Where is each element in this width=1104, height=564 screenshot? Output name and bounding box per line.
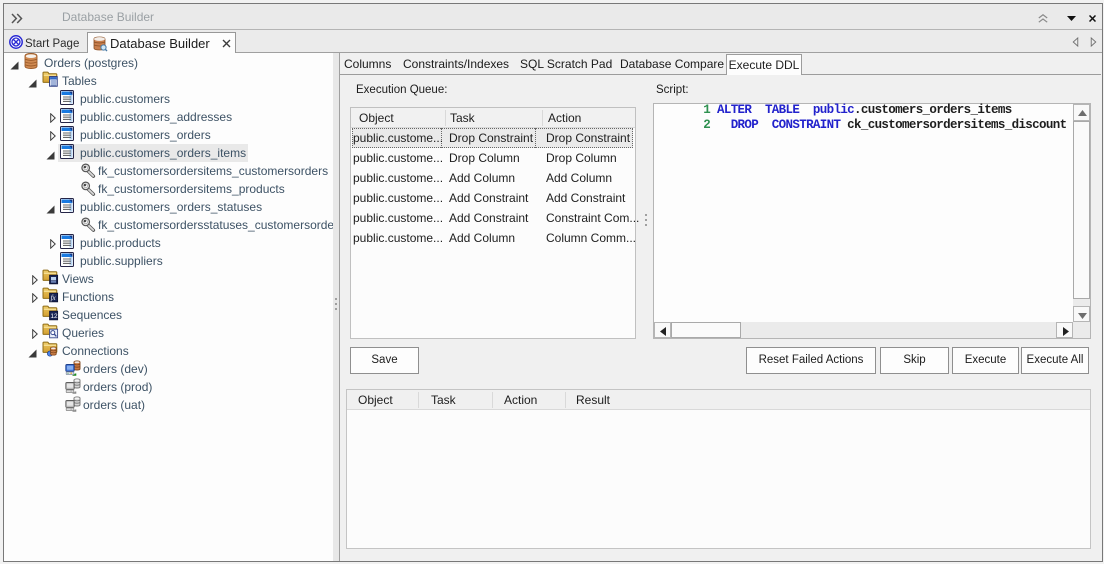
svg-text:fx: fx <box>51 294 57 302</box>
svg-text:12: 12 <box>50 313 58 320</box>
